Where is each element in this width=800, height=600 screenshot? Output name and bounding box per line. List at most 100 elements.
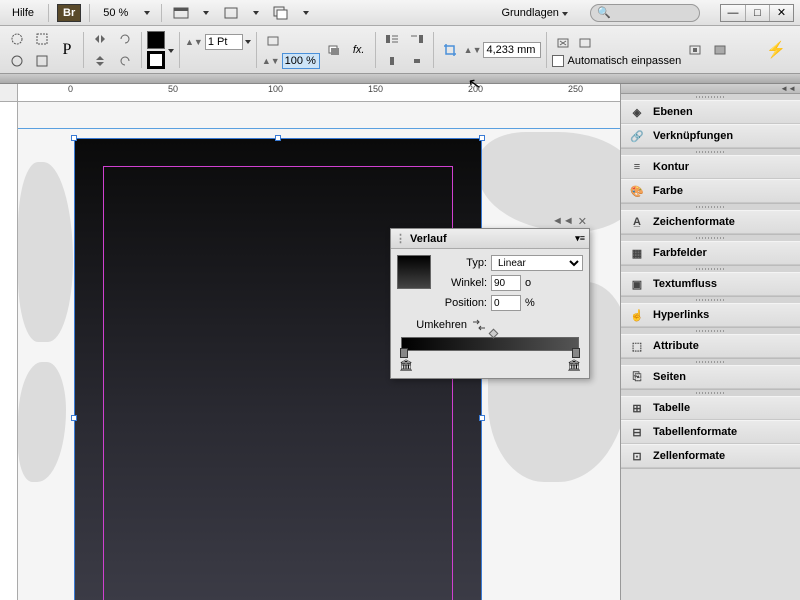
crop-icon[interactable] xyxy=(439,40,461,60)
panel-textumfluss[interactable]: ▣Textumfluss xyxy=(621,272,800,296)
panel-seiten[interactable]: ⎘Seiten xyxy=(621,365,800,389)
arrange-icon[interactable] xyxy=(270,3,292,23)
panel-farbfelder[interactable]: ▦Farbfelder xyxy=(621,241,800,265)
wrap-center-icon[interactable] xyxy=(381,51,403,71)
panel-title: Verlauf xyxy=(410,233,447,245)
angle-label: Winkel: xyxy=(437,277,487,289)
autofit-checkbox[interactable] xyxy=(552,55,564,67)
fill-frame-icon[interactable] xyxy=(709,40,731,60)
dropdown-icon[interactable] xyxy=(300,5,312,21)
ruler-origin[interactable] xyxy=(0,84,18,102)
angle-input[interactable] xyxy=(491,275,521,291)
frame-icon[interactable] xyxy=(31,51,53,71)
stroke-weight-input[interactable] xyxy=(205,34,243,50)
angle-unit: o xyxy=(525,277,531,289)
wrap-right-icon[interactable] xyxy=(406,29,428,49)
help-menu[interactable]: Hilfe xyxy=(6,4,40,22)
panel-tabellenformate[interactable]: ⊟Tabellenformate xyxy=(621,420,800,444)
minimize-button[interactable]: — xyxy=(721,5,745,21)
fill-swatch[interactable] xyxy=(147,31,165,49)
screen-mode-icon[interactable] xyxy=(220,3,242,23)
gradient-panel[interactable]: ◄◄✕ ⋮ Verlauf ▾≡ Typ: Linear Winkel: o P… xyxy=(390,228,590,379)
zoom-dropdown[interactable] xyxy=(141,5,153,21)
gradient-preview[interactable] xyxy=(397,255,431,289)
bridge-button[interactable]: Br xyxy=(57,4,81,22)
position-unit: % xyxy=(525,297,535,309)
selection-icon[interactable] xyxy=(6,29,28,49)
search-input[interactable]: 🔍 xyxy=(590,4,700,22)
panel-zellenformate[interactable]: ⊡Zellenformate xyxy=(621,444,800,468)
position-label: Position: xyxy=(437,297,487,309)
wrap-around-icon[interactable] xyxy=(406,51,428,71)
rotate-icon[interactable] xyxy=(114,29,136,49)
resize-handle[interactable] xyxy=(479,135,485,141)
table-icon: ⊞ xyxy=(629,400,645,416)
stop-color-icon[interactable]: 🏛 xyxy=(567,359,581,372)
stroke-swatch[interactable] xyxy=(147,51,165,69)
panel-dock: ◄◄ ◈Ebenen 🔗Verknüpfungen ≡Kontur 🎨Farbe… xyxy=(620,84,800,600)
gradient-stop[interactable] xyxy=(400,348,408,358)
dock-collapse[interactable]: ◄◄ xyxy=(621,84,800,94)
panel-verknupfungen[interactable]: 🔗Verknüpfungen xyxy=(621,124,800,148)
charstyles-icon: A̲ xyxy=(629,214,645,230)
resize-handle[interactable] xyxy=(275,135,281,141)
panel-hyperlinks[interactable]: ☝Hyperlinks xyxy=(621,303,800,327)
opacity-input[interactable] xyxy=(282,53,320,69)
wrap-left-icon[interactable] xyxy=(381,29,403,49)
attributes-icon: ⬚ xyxy=(629,338,645,354)
close-button[interactable]: ✕ xyxy=(769,5,793,21)
rotate2-icon[interactable] xyxy=(114,51,136,71)
drop-shadow-icon[interactable] xyxy=(323,40,345,60)
swatches-icon: ▦ xyxy=(629,245,645,261)
swatch-dropdown[interactable] xyxy=(168,44,174,56)
document-tab-bar xyxy=(0,74,800,84)
gradient-ramp[interactable] xyxy=(401,337,579,351)
container-icon[interactable] xyxy=(31,29,53,49)
panel-tabelle[interactable]: ⊞Tabelle xyxy=(621,396,800,420)
guide[interactable] xyxy=(18,128,620,129)
separator xyxy=(161,4,162,22)
resize-handle[interactable] xyxy=(479,415,485,421)
view-options-icon[interactable] xyxy=(170,3,192,23)
vertical-ruler[interactable] xyxy=(0,102,18,600)
dropdown-icon[interactable] xyxy=(200,5,212,21)
dimension-input[interactable] xyxy=(483,42,541,58)
panel-titlebar[interactable]: ⋮ Verlauf ▾≡ xyxy=(391,229,589,249)
panel-attribute[interactable]: ⬚Attribute xyxy=(621,334,800,358)
workspace-switcher[interactable]: Grundlagen xyxy=(495,5,574,21)
effects-icon[interactable] xyxy=(262,31,284,51)
horizontal-ruler[interactable]: 0 50 100 150 200 250 xyxy=(18,84,620,102)
quick-apply-icon[interactable]: ⚡ xyxy=(758,40,794,60)
flip-h-icon[interactable] xyxy=(89,29,111,49)
stroke-icon: ≡ xyxy=(629,159,645,175)
hyperlinks-icon: ☝ xyxy=(629,307,645,323)
gradient-type-select[interactable]: Linear xyxy=(491,255,583,271)
tablestyles-icon: ⊟ xyxy=(629,424,645,440)
content-icon[interactable] xyxy=(6,51,28,71)
fx-icon[interactable]: fx. xyxy=(348,40,370,60)
zoom-level[interactable]: 50 % xyxy=(98,4,133,22)
panel-kontur[interactable]: ≡Kontur xyxy=(621,155,800,179)
fit-content-icon[interactable] xyxy=(552,33,574,53)
panel-close-icon[interactable]: ✕ xyxy=(578,215,587,228)
color-icon: 🎨 xyxy=(629,183,645,199)
resize-handle[interactable] xyxy=(71,135,77,141)
text-tool-icon[interactable]: P xyxy=(56,40,78,60)
center-content-icon[interactable] xyxy=(684,40,706,60)
flip-v-icon[interactable] xyxy=(89,51,111,71)
maximize-button[interactable]: □ xyxy=(745,5,769,21)
gradient-stop[interactable] xyxy=(572,348,580,358)
panel-ebenen[interactable]: ◈Ebenen xyxy=(621,100,800,124)
resize-handle[interactable] xyxy=(71,415,77,421)
stop-color-icon[interactable]: 🏛 xyxy=(399,359,413,372)
panel-zeichenformate[interactable]: A̲Zeichenformate xyxy=(621,210,800,234)
layers-icon: ◈ xyxy=(629,104,645,120)
links-icon: 🔗 xyxy=(629,128,645,144)
dropdown-icon[interactable] xyxy=(250,5,262,21)
type-label: Typ: xyxy=(437,257,487,269)
reverse-button[interactable] xyxy=(471,319,487,331)
fit-frame-icon[interactable] xyxy=(574,33,596,53)
position-input[interactable] xyxy=(491,295,521,311)
panel-collapse-icon[interactable]: ◄◄ xyxy=(552,215,574,228)
panel-farbe[interactable]: 🎨Farbe xyxy=(621,179,800,203)
